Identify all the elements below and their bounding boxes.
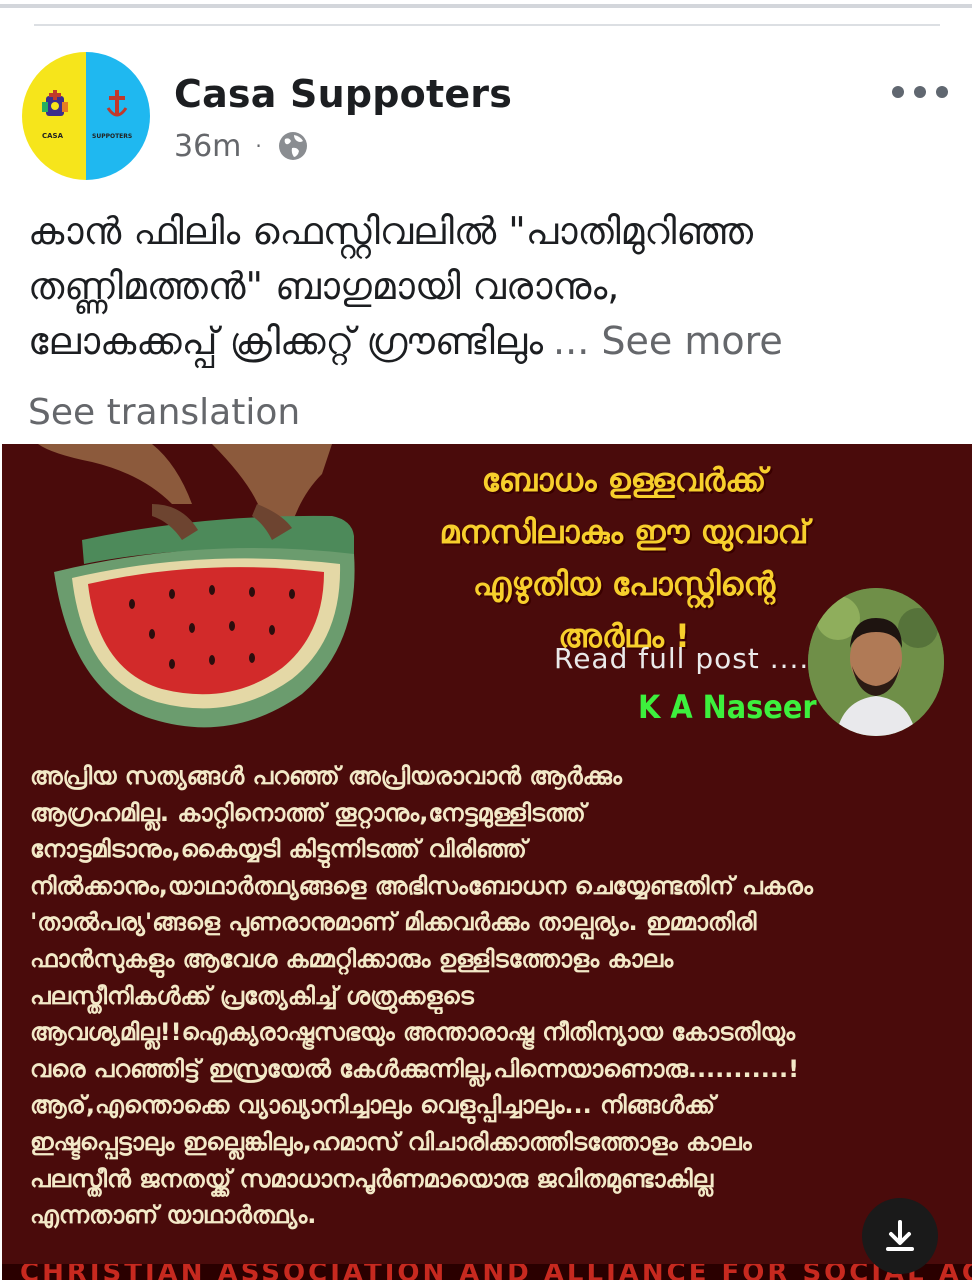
download-icon <box>886 1220 914 1251</box>
globe-icon <box>278 132 307 160</box>
body-line: അപ്രിയ സത്യങ്ങൾ പറഞ്ഞ് അപ്രിയരാവാൻ ആർക്ക… <box>30 762 622 790</box>
more-dot <box>892 86 904 98</box>
more-dot <box>914 86 926 98</box>
caption-line: ലോകക്കപ്പ് ക്രിക്കറ്റ് ഗ്രൗണ്ടിലും... Se… <box>28 314 928 369</box>
avatar-suppoters-half: SUPPOTERS <box>86 52 150 180</box>
body-line: പലസ്തീൻ ജനതയ്ക്ക് സമാധാനപൂർണമായൊരു ജവിതമ… <box>30 1164 714 1193</box>
top-divider <box>0 0 972 8</box>
page-name-link[interactable]: Casa Suppoters <box>174 72 512 116</box>
meta-separator: · <box>255 134 262 158</box>
body-line: ആവശ്യമില്ല!!ഐക്യരാഷ്ട്രസഭയും അന്താരാഷ്ട്… <box>30 1018 796 1047</box>
post-caption: കാൻ ഫിലിം ഫെസ്റ്റിവലിൽ "പാതിമുറിഞ്ഞ തണ്ണ… <box>28 204 928 369</box>
caption-line-text: ലോകക്കപ്പ് ക്രിക്കറ്റ് ഗ്രൗണ്ടിലും <box>28 319 544 363</box>
post-header: CASA SUPPOTERS Casa Suppoters 36m · <box>22 52 952 182</box>
more-dot <box>936 86 948 98</box>
body-line: ആര്,എന്തൊക്കെ വ്യാഖ്യാനിച്ചാലും വെളുപ്പി… <box>30 1091 716 1120</box>
read-full-post-label: Read full post .... <box>554 642 810 675</box>
image-body-text: അപ്രിയ സത്യങ്ങൾ പറഞ്ഞ് അപ്രിയരാവാൻ ആർക്ക… <box>30 758 930 1234</box>
body-line: ഫാൻസുകളും ആവേശ കമ്മറ്റിക്കാരും ഉള്ളിടത്ത… <box>30 944 674 973</box>
see-more-link[interactable]: ... See more <box>553 319 783 363</box>
body-line: ആഗ്രഹമില്ല. കാറ്റിനൊത്ത് തൂറ്റാനും,നേട്ട… <box>30 798 586 827</box>
body-line: എന്നതാണ് യാഥാർത്ഥ്യം. <box>30 1201 317 1230</box>
headline-line: ബോധം ഉള്ളവർക്ക് <box>481 461 767 499</box>
avatar-casa-half: CASA <box>22 52 86 180</box>
watermelon-bag-illustration <box>38 444 355 728</box>
author-name: K A Naseer <box>638 688 817 726</box>
page-avatar[interactable]: CASA SUPPOTERS <box>22 52 150 180</box>
avatar-right-label: SUPPOTERS <box>92 133 133 140</box>
download-button[interactable] <box>862 1198 938 1274</box>
body-line: നിൽക്കാനും,യാഥാർത്ഥ്യങ്ങളെ അഭിസംബോധന ചെയ… <box>30 871 813 900</box>
body-line: പലസ്തീനികൾക്ക് പ്രത്യേകിച്ച് ശത്രുക്കളുട… <box>30 981 474 1010</box>
body-line: 'താൽപര്യ'ങ്ങളെ പുണരാനുമാണ് മിക്കവർക്കും … <box>30 908 757 937</box>
post-timestamp[interactable]: 36m <box>174 129 241 164</box>
more-options-button[interactable] <box>892 80 948 104</box>
headline-line: എഴുതിയ പോസ്റ്റിന്റെ <box>472 565 776 603</box>
footer-organisation-text: CHRISTIAN ASSOCIATION AND ALLIANCE FOR S… <box>20 1264 972 1280</box>
image-footer-band: CHRISTIAN ASSOCIATION AND ALLIANCE FOR S… <box>2 1264 972 1280</box>
see-translation-link[interactable]: See translation <box>28 392 300 433</box>
image-headline: ബോധം ഉള്ളവർക്ക് മനസിലാകും ഈ യുവാവ് എഴുതി… <box>394 454 854 662</box>
person-icon <box>808 588 944 736</box>
body-line: നോട്ടമിടാനും,കൈയ്യടി കിട്ടുന്നിടത്ത് വിര… <box>30 835 527 864</box>
body-line: വരെ പറഞ്ഞിട്ട് ഇസ്രയേൽ കേൾക്കുന്നില്ല,പി… <box>30 1054 800 1083</box>
body-line: ഇഷ്ടപ്പെട്ടാലും ഇല്ലെങ്കിലും,ഹമാസ് വിചാര… <box>30 1127 752 1156</box>
post-image[interactable]: ബോധം ഉള്ളവർക്ക് മനസിലാകും ഈ യുവാവ് എഴുതി… <box>2 444 972 1280</box>
avatar-left-label: CASA <box>42 132 64 140</box>
cross-emblem-icon <box>106 90 128 117</box>
casa-emblem-icon <box>42 90 68 116</box>
caption-line: തണ്ണിമത്തൻ" ബാഗുമായി വരാനും, <box>28 264 620 308</box>
post-meta: 36m · <box>174 126 310 166</box>
author-portrait <box>808 588 944 736</box>
caption-line: കാൻ ഫിലിം ഫെസ്റ്റിവലിൽ "പാതിമുറിഞ്ഞ <box>28 209 753 253</box>
headline-line: മനസിലാകും ഈ യുവാവ് <box>439 513 809 551</box>
section-divider <box>34 24 940 26</box>
